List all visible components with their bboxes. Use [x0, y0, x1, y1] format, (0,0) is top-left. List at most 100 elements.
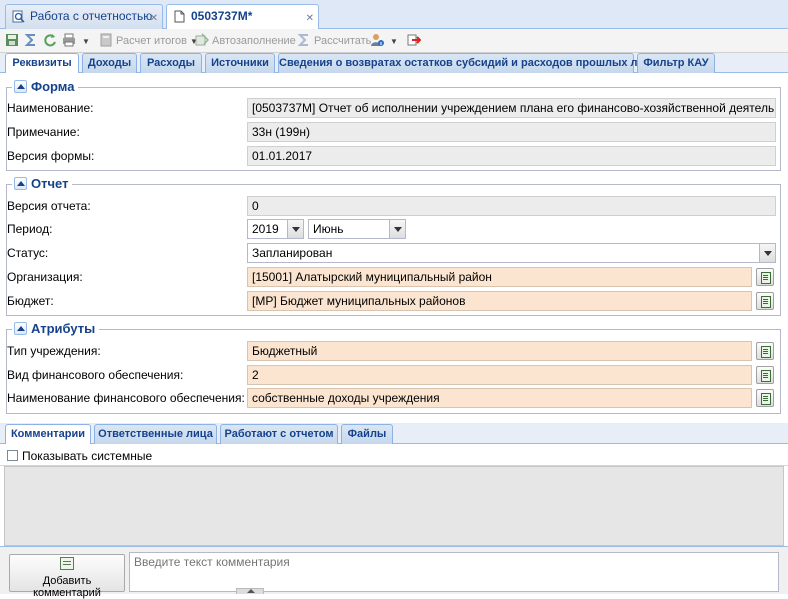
comment-input[interactable] [129, 552, 779, 592]
financing-name-row: Наименование финансового обеспечения: со… [0, 388, 775, 408]
period-month-value: Июнь [313, 222, 344, 236]
exit-button[interactable] [407, 32, 424, 50]
bottom-tab-bar: Комментарии Ответственные лица Работают … [0, 423, 788, 444]
form-name-label: Наименование: [7, 101, 94, 115]
report-version-field[interactable]: 0 [247, 196, 776, 216]
splitter-handle[interactable] [236, 588, 264, 594]
organization-label: Организация: [7, 270, 83, 284]
tab-sources[interactable]: Источники [205, 53, 275, 73]
collapse-icon[interactable] [14, 177, 27, 190]
budget-label: Бюджет: [7, 294, 54, 308]
chevron-down-icon[interactable] [389, 220, 405, 238]
show-system-row: Показывать системные [0, 444, 788, 466]
form-version-row: Версия формы: 01.01.2017 [0, 146, 776, 166]
tab-requisites[interactable]: Реквизиты [5, 53, 79, 74]
financing-name-field[interactable]: собственные доходы учреждения [247, 388, 752, 408]
tab-label: 0503737M* [191, 9, 253, 23]
close-icon[interactable]: ✕ [306, 7, 314, 30]
user-info-icon [371, 34, 384, 46]
financing-type-label: Вид финансового обеспечения: [7, 368, 184, 382]
tab-label: Работа с отчетностью [30, 9, 153, 23]
budget-row: Бюджет: [МР] Бюджет муниципальных районо… [0, 291, 775, 311]
budget-field[interactable]: [МР] Бюджет муниципальных районов [247, 291, 752, 311]
form-version-field[interactable]: 01.01.2017 [247, 146, 776, 166]
tab-expenses[interactable]: Расходы [140, 53, 202, 73]
comment-input-bar: Добавить комментарий [0, 546, 788, 599]
refresh-icon [44, 34, 56, 47]
financing-name-picker-icon[interactable] [756, 389, 774, 407]
report-legend-label: Отчет [31, 176, 69, 191]
calculator-icon [100, 33, 112, 47]
toolbar: ▼ Расчет итогов ▼ Автозаполнение Рассчита… [0, 29, 788, 53]
status-label: Статус: [7, 246, 49, 260]
attributes-legend-label: Атрибуты [31, 321, 96, 336]
sum-button[interactable] [24, 32, 41, 50]
status-select[interactable]: Запланирован [247, 243, 776, 263]
chevron-down-icon[interactable] [287, 220, 303, 238]
financing-name-label: Наименование финансового обеспечения: [7, 391, 245, 405]
report-version-row: Версия отчета: 0 [0, 196, 776, 216]
tab-subsidy-returns[interactable]: Сведения о возвратах остатков субсидий и… [278, 53, 649, 73]
financing-type-field[interactable]: 2 [247, 365, 752, 385]
budget-picker-icon[interactable] [756, 292, 774, 310]
form-legend: Форма [12, 79, 78, 96]
close-icon[interactable]: ✕ [150, 7, 158, 30]
form-note-label: Примечание: [7, 125, 80, 139]
form-name-row: Наименование: [0503737M] Отчет об исполн… [0, 98, 776, 118]
organization-field[interactable]: [15001] Алатырский муниципальный район [247, 267, 752, 287]
period-label: Период: [7, 222, 53, 236]
tab-files[interactable]: Файлы [341, 424, 393, 444]
autofill-button[interactable]: Автозаполнение [195, 32, 296, 50]
document-icon [174, 10, 185, 23]
tab-responsible-persons[interactable]: Ответственные лица [94, 424, 217, 444]
collapse-icon[interactable] [14, 322, 27, 335]
autofill-label: Автозаполнение [212, 35, 296, 47]
organization-row: Организация: [15001] Алатырский муниципа… [0, 267, 775, 287]
tab-reporting-work[interactable]: Работа с отчетностью ✕ [5, 4, 163, 29]
sigma-icon [24, 34, 35, 46]
chevron-down-icon[interactable] [759, 244, 775, 262]
add-comment-button[interactable]: Добавить комментарий [9, 554, 125, 599]
show-system-checkbox[interactable] [7, 450, 18, 461]
document-tab-bar: Работа с отчетностью ✕ 0503737M* ✕ [0, 0, 788, 30]
tab-report-0503737m[interactable]: 0503737M* ✕ [166, 4, 319, 30]
period-row: Период: 2019 Июнь [0, 219, 775, 239]
tab-income[interactable]: Доходы [82, 53, 137, 73]
institution-type-field[interactable]: Бюджетный [247, 341, 752, 361]
refresh-button[interactable] [43, 32, 60, 50]
institution-type-picker-icon[interactable] [756, 342, 774, 360]
requisites-panel: Форма Наименование: [0503737M] Отчет об … [0, 73, 788, 423]
period-month-select[interactable]: Июнь [308, 219, 406, 239]
financing-type-picker-icon[interactable] [756, 366, 774, 384]
institution-type-label: Тип учреждения: [7, 344, 101, 358]
user-info-button[interactable]: ▼ [370, 32, 398, 50]
tab-kau-filter[interactable]: Фильтр КАУ [637, 53, 715, 73]
exit-icon [407, 34, 421, 46]
print-button[interactable]: ▼ [62, 32, 90, 50]
magnifier-report-icon [12, 10, 25, 23]
save-button[interactable] [5, 32, 22, 50]
status-value: Запланирован [252, 246, 333, 260]
add-comment-label: Добавить комментарий [33, 575, 101, 599]
status-row: Статус: Запланирован [0, 243, 776, 263]
form-version-label: Версия формы: [7, 149, 95, 163]
period-year-select[interactable]: 2019 [247, 219, 304, 239]
form-note-field[interactable]: 33н (199н) [247, 122, 776, 142]
section-tab-bar: Реквизиты Доходы Расходы Источники Сведе… [0, 53, 788, 74]
calc-totals-button[interactable]: Расчет итогов ▼ [99, 32, 198, 50]
autofill-icon [195, 33, 209, 46]
attributes-legend: Атрибуты [12, 321, 99, 338]
calculate-button[interactable]: Рассчитать [297, 32, 371, 50]
period-year-value: 2019 [252, 222, 279, 236]
calculate-label: Рассчитать [314, 35, 372, 47]
sigma-icon [297, 34, 308, 46]
tab-comments[interactable]: Комментарии [5, 424, 91, 444]
comments-list [4, 466, 784, 546]
organization-picker-icon[interactable] [756, 268, 774, 286]
form-name-field[interactable]: [0503737M] Отчет об исполнении учреждени… [247, 98, 776, 118]
add-comment-icon [60, 557, 74, 570]
show-system-label: Показывать системные [22, 449, 153, 463]
collapse-icon[interactable] [14, 80, 27, 93]
financing-type-row: Вид финансового обеспечения: 2 [0, 365, 775, 385]
tab-working-with-report[interactable]: Работают с отчетом [220, 424, 338, 444]
